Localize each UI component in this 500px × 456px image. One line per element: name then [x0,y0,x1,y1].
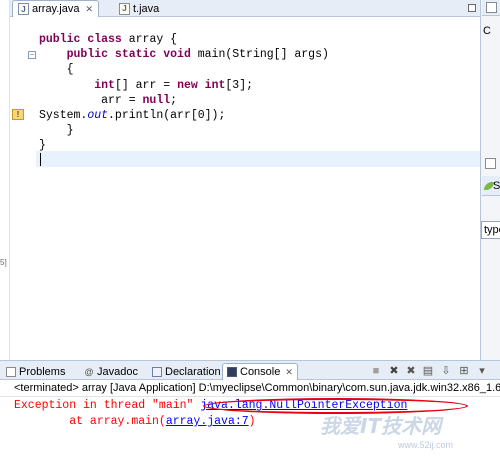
source-link[interactable]: array.java:7 [166,415,249,428]
display-console-icon[interactable]: ▾ [476,365,488,377]
code-line: int[] arr = new int[3]; [39,78,329,93]
code-token: out [87,108,109,122]
java-file-icon: J [18,3,29,15]
code-line: } [39,123,329,138]
source-code[interactable]: public class array { public static void … [39,32,329,154]
tab-declaration[interactable]: Declaration [148,363,225,380]
editor-tab-bar: J array.java ✕ J t.java [10,0,480,17]
editor-ruler: − ! [10,17,36,357]
close-icon[interactable]: ✕ [85,4,93,15]
code-token: class [87,33,129,46]
tab-array-java[interactable]: J array.java ✕ [12,0,100,17]
terminate-icon[interactable]: ■ [370,365,382,377]
tab-label: array.java [32,3,80,15]
trace-suffix: ) [248,415,256,428]
code-token: int [204,78,226,92]
minimize-icon[interactable] [485,158,496,169]
type-filter-input[interactable]: type [481,221,500,239]
left-edge-label: 5] [0,258,7,267]
remove-launch-icon[interactable]: ✖ [388,365,400,377]
tab-label: Console [240,366,281,378]
code-token: [3]; [225,78,253,92]
text-caret [40,153,41,166]
warning-marker-icon[interactable]: ! [12,109,24,120]
code-editor[interactable]: − ! public class array { public static v… [10,17,480,357]
code-token: public [66,48,115,62]
maximize-icon[interactable] [464,1,480,15]
tab-console[interactable]: Console ✕ [222,363,298,380]
code-token: void [163,48,198,62]
code-token: static [114,48,164,62]
code-token: ; [170,93,178,107]
tab-label: Problems [19,365,66,378]
code-line: { [39,62,329,77]
exception-prefix: Exception in thread "main" [14,399,201,412]
watermark-url: www.52ij.com [398,440,454,450]
tab-problems[interactable]: Problems [2,363,69,380]
code-line: System.out.println(arr[0]); [39,108,329,123]
close-icon[interactable]: ✕ [285,367,293,378]
code-token: arr = [39,93,143,107]
problems-icon [6,366,16,377]
trace-prefix: at array.main( [14,415,166,428]
code-line: arr = null; [39,93,329,108]
watermark: 我爱IT技术网 [320,414,442,438]
scroll-lock-icon[interactable]: ⇩ [440,365,452,377]
tab-t-java[interactable]: J t.java [114,0,164,17]
pin-console-icon[interactable]: ⊞ [458,365,470,377]
console-status-line: <terminated> array [Java Application] D:… [0,380,500,397]
code-token: int [94,78,115,92]
code-token: array { [128,33,178,46]
right-view-label: C [483,25,491,37]
code-token: System. [39,108,88,122]
fold-toggle-icon[interactable]: − [28,51,36,59]
java-file-icon: J [119,2,130,15]
code-token: } [39,139,46,153]
code-token: public [39,33,88,46]
outer-left-strip: 5] [0,0,10,360]
code-token: null [142,93,171,107]
right-view-label-2: S [493,180,500,192]
tab-label: t.java [133,2,160,15]
code-token: [] arr = [114,78,178,92]
remove-all-icon[interactable]: ✖ [405,365,417,377]
code-line: } [39,138,329,153]
tab-label: Declaration [165,365,221,378]
declaration-icon [152,366,162,377]
tab-javadoc[interactable]: @ Javadoc [80,363,142,380]
clear-console-icon[interactable]: ▤ [422,365,434,377]
tab-label: Javadoc [97,365,138,378]
minimize-icon[interactable] [486,2,497,13]
code-line: public static void main(String[] args) [39,47,329,62]
right-side-views: C S type [480,0,500,360]
code-token: .println(arr[0]); [108,108,226,122]
javadoc-icon: @ [84,366,94,377]
console-icon [227,367,237,377]
code-token: main(String[] args) [197,48,329,62]
code-line: public class array { [39,32,329,47]
right-view-tab[interactable] [482,0,500,16]
code-token: { [39,63,74,77]
code-token: } [39,124,74,138]
bottom-tab-bar: Problems @ Javadoc Declaration Console ✕… [0,360,500,380]
code-token: new [177,78,205,92]
stack-trace-line: at array.main(array.java:7) [14,415,256,428]
